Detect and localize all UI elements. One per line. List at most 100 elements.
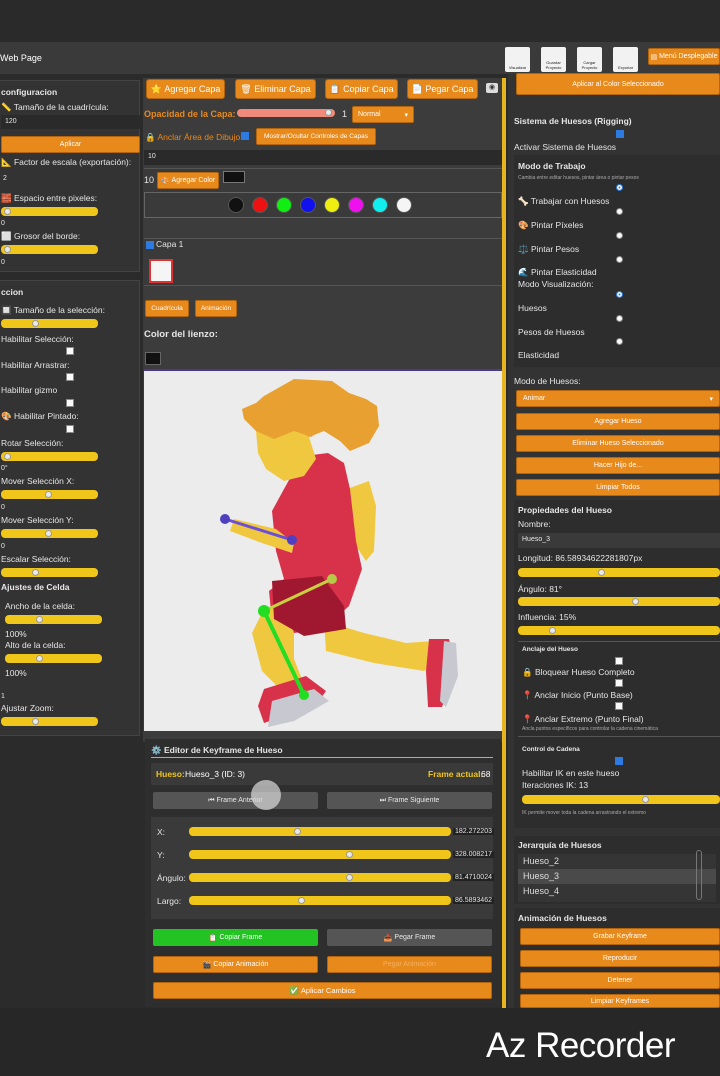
canvas-color-swatch[interactable]: [145, 352, 161, 365]
prev-frame-button[interactable]: ⏮ Frame Anterior: [153, 792, 318, 809]
add-layer-button[interactable]: ⭐ Agregar Capa: [146, 79, 225, 99]
divider: [518, 641, 720, 642]
animation-button[interactable]: Animación: [195, 300, 237, 317]
layer-name[interactable]: Capa 1: [156, 239, 183, 249]
size-input[interactable]: 10: [144, 150, 502, 165]
ik-iter-slider[interactable]: [522, 795, 720, 804]
layer-visible-checkbox[interactable]: [146, 241, 154, 249]
toggle-layer-controls-button[interactable]: Mostrar/Ocultar Controles de Capas: [256, 128, 376, 145]
vis-weights-radio[interactable]: [616, 315, 623, 322]
length-slider[interactable]: [189, 896, 451, 905]
hier-item[interactable]: Hueso_2: [518, 854, 716, 869]
zoom-slider[interactable]: [1, 717, 98, 726]
enable-gizmo-checkbox[interactable]: [66, 399, 74, 407]
palette-swatch[interactable]: [324, 197, 340, 213]
grid-size-input[interactable]: 120: [1, 115, 140, 129]
paste-frame-button[interactable]: 📥 Pegar Frame: [327, 929, 492, 946]
cell-h-slider[interactable]: [5, 654, 102, 663]
apply-changes-button[interactable]: ✅ Aplicar Cambios: [153, 982, 492, 999]
bone-mode-select[interactable]: Animar ▾: [516, 390, 720, 407]
grid-toggle-button[interactable]: Cuadrícula: [145, 300, 189, 317]
enable-drag-checkbox[interactable]: [66, 373, 74, 381]
enable-paint-checkbox[interactable]: [66, 425, 74, 433]
length-value[interactable]: 86.5893462: [453, 897, 494, 904]
hier-item[interactable]: Hueso_4: [518, 884, 716, 899]
dropdown-menu-button[interactable]: ▤ Menú Desplegable: [648, 48, 720, 65]
y-value[interactable]: 328.008217: [453, 851, 494, 858]
palette-swatch[interactable]: [276, 197, 292, 213]
copy-frame-button[interactable]: 📋 Copiar Frame: [153, 929, 318, 946]
color-picker[interactable]: [223, 171, 245, 183]
pixel-space-value: 0: [1, 220, 5, 227]
paste-layer-button[interactable]: 📄 Pegar Capa: [407, 79, 478, 99]
view-button[interactable]: Visualizar: [505, 47, 530, 72]
make-child-button[interactable]: Hacer Hijo de...: [516, 457, 720, 474]
next-frame-button[interactable]: ⏭ Frame Siguiente: [327, 792, 492, 809]
rig-enable-checkbox[interactable]: [616, 130, 624, 138]
x-slider[interactable]: [189, 827, 451, 836]
enable-sel-checkbox[interactable]: [66, 347, 74, 355]
palette-swatch[interactable]: [348, 197, 364, 213]
rotate-slider[interactable]: [1, 452, 98, 461]
sel-size-slider[interactable]: [1, 319, 98, 328]
move-y-slider[interactable]: [1, 529, 98, 538]
scale-sel-slider[interactable]: [1, 568, 98, 577]
eye-icon[interactable]: ◉: [486, 83, 498, 93]
blend-mode-select[interactable]: Normal ▾: [352, 106, 414, 123]
bone-angle-slider[interactable]: [518, 597, 720, 606]
header-bar: Web Page Visualizar Guardar Proyecto Car…: [0, 42, 720, 74]
right-divider: [502, 78, 506, 1008]
export-button[interactable]: Exportar: [613, 47, 638, 72]
palette-swatch[interactable]: [372, 197, 388, 213]
angle-slider[interactable]: [189, 873, 451, 882]
anchor-start-checkbox[interactable]: [615, 679, 623, 687]
drawing-canvas[interactable]: [144, 369, 502, 731]
scale-sel-label: Escalar Selección:: [1, 554, 71, 564]
add-bone-button[interactable]: Agregar Hueso: [516, 413, 720, 430]
palette-swatch[interactable]: [252, 197, 268, 213]
bone-length-slider[interactable]: [518, 568, 720, 577]
scale-input[interactable]: 2: [3, 175, 7, 182]
apply-grid-button[interactable]: Aplicar: [1, 136, 140, 153]
mode-weights-radio[interactable]: [616, 232, 623, 239]
clear-bones-button[interactable]: Limpiar Todos: [516, 479, 720, 496]
palette-swatch[interactable]: [228, 197, 244, 213]
y-slider[interactable]: [189, 850, 451, 859]
play-button[interactable]: Reproducir: [520, 950, 720, 967]
ik-checkbox[interactable]: [615, 757, 623, 765]
border-slider[interactable]: [1, 245, 98, 254]
paste-animation-button[interactable]: Pegar Animación: [327, 956, 492, 973]
opacity-slider[interactable]: [237, 109, 335, 117]
scrollbar[interactable]: [696, 850, 702, 900]
lock-bone-checkbox[interactable]: [615, 657, 623, 665]
layer-thumbnail[interactable]: [149, 259, 173, 283]
move-x-slider[interactable]: [1, 490, 98, 499]
vis-bones-radio[interactable]: [616, 291, 623, 298]
vis-elastic-radio[interactable]: [616, 338, 623, 345]
clear-keyframes-button[interactable]: Limpiar Keyframes: [520, 994, 720, 1008]
influence-slider[interactable]: [518, 626, 720, 635]
palette-swatch[interactable]: [396, 197, 412, 213]
bone-name-input[interactable]: Hueso_3: [518, 533, 720, 548]
delete-bone-button[interactable]: Eliminar Hueso Seleccionado: [516, 435, 720, 452]
pixel-space-slider[interactable]: [1, 207, 98, 216]
anchor-end-checkbox[interactable]: [615, 702, 623, 710]
mode-elastic-radio[interactable]: [616, 256, 623, 263]
angle-value[interactable]: 81.4710024: [453, 874, 494, 881]
delete-layer-button[interactable]: 🗑 Eliminar Capa: [235, 79, 316, 99]
stop-button[interactable]: Detener: [520, 972, 720, 989]
mode-pixels-radio[interactable]: [616, 208, 623, 215]
mode-bones-radio[interactable]: [616, 184, 623, 191]
cell-w-slider[interactable]: [5, 615, 102, 624]
anchor-draw-checkbox[interactable]: [241, 132, 249, 140]
copy-layer-button[interactable]: 📋 Copiar Capa: [325, 79, 398, 99]
copy-animation-button[interactable]: 🎬 Copiar Animación: [153, 956, 318, 973]
hier-item-selected[interactable]: Hueso_3: [518, 869, 716, 884]
load-project-button[interactable]: Cargar Proyecto: [577, 47, 602, 72]
x-value[interactable]: 182.272203: [453, 828, 494, 835]
record-keyframe-button[interactable]: Grabar Keyframe: [520, 928, 720, 945]
apply-color-button[interactable]: Aplicar al Color Seleccionado: [516, 73, 720, 95]
add-color-button[interactable]: 🎨 Agregar Color: [157, 172, 219, 189]
save-project-button[interactable]: Guardar Proyecto: [541, 47, 566, 72]
palette-swatch[interactable]: [300, 197, 316, 213]
